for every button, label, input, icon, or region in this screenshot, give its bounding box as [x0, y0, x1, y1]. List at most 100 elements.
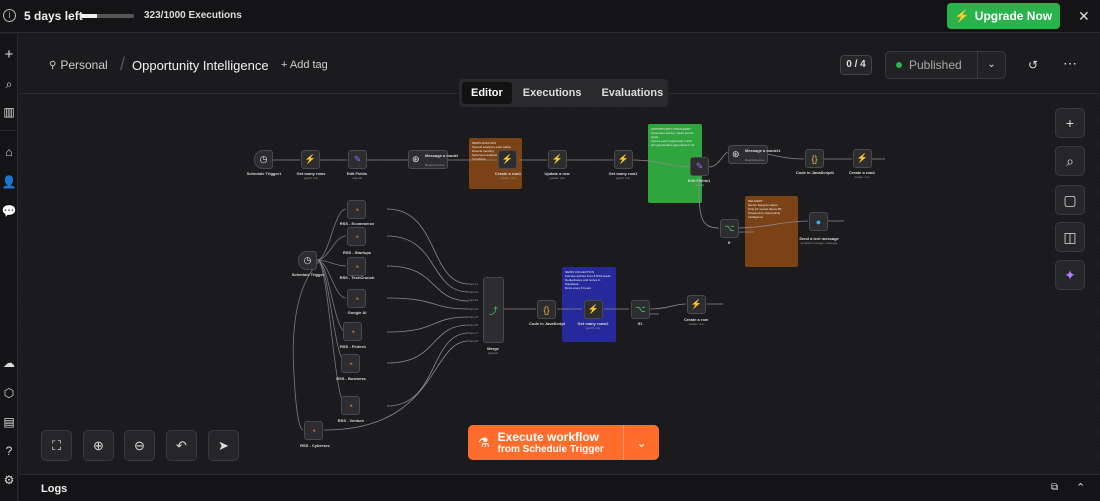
cursor-icon: ➤ — [218, 437, 229, 453]
popout-icon[interactable]: ⧉ — [1051, 482, 1058, 493]
tidy-up-button[interactable]: ➤ — [208, 430, 239, 461]
if-node[interactable]: ⌥ — [720, 219, 739, 238]
clock-icon: ◷ — [303, 255, 312, 265]
code-icon: {} — [543, 304, 550, 315]
send-text-message-node[interactable]: ● — [809, 212, 828, 231]
node-label: RSS - Ecommerce — [339, 221, 375, 226]
rss-techcrunch-node[interactable]: ◔ — [347, 257, 366, 276]
search-icon[interactable]: ⌕ — [1, 76, 17, 92]
sticky-note-button[interactable]: ▢ — [1055, 185, 1085, 215]
close-icon[interactable]: ✕ — [1078, 8, 1090, 25]
info-icon[interactable]: i — [3, 9, 16, 22]
breadcrumb-separator: / — [120, 54, 126, 74]
chevron-down-icon[interactable]: ⌄ — [623, 425, 659, 460]
node-label: Schedule Trigger — [291, 272, 325, 277]
node-label: RSS - Startups — [342, 250, 371, 255]
logs-panel-bar[interactable]: Logs ⧉ ⌃ — [19, 474, 1100, 501]
merge-input-label: Input 1 — [469, 282, 479, 286]
edit-fields1-node[interactable]: ✎ — [690, 157, 709, 176]
person-icon: ⚲ — [49, 59, 57, 71]
rss-startups-node[interactable]: ◔ — [347, 227, 366, 246]
search-nodes-button[interactable]: ⌕ — [1055, 146, 1085, 176]
node-sub: update: row — [549, 176, 565, 180]
breadcrumb-project[interactable]: ⚲ Personal — [49, 58, 108, 72]
update-row-node[interactable]: ⚡ — [548, 150, 567, 169]
node-sub: create: row — [500, 176, 516, 180]
rss-google-ai-node[interactable]: ◔ — [347, 289, 366, 308]
user-icon[interactable]: 👤 — [1, 174, 17, 190]
workflow-title[interactable]: Opportunity Intelligence — [132, 58, 269, 73]
upgrade-label: Upgrade Now — [974, 9, 1053, 23]
home-icon[interactable]: ⌂ — [1, 144, 17, 160]
rss-fintech-node[interactable]: ◔ — [343, 322, 362, 341]
search-icon: ⌕ — [1066, 152, 1074, 169]
get-many-rows2-node[interactable]: ⚡ — [584, 300, 603, 319]
node-label: If — [727, 240, 731, 245]
add-tag-button[interactable]: + Add tag — [281, 59, 328, 71]
lightning-icon: ⚡ — [587, 304, 600, 314]
chevron-down-icon[interactable]: ⌄ — [977, 52, 1005, 78]
undo-button[interactable]: ↶ — [166, 430, 197, 461]
add-node-button[interactable]: + — [1055, 108, 1085, 138]
chart-icon[interactable]: ▤ — [1, 414, 17, 430]
create-row1-node[interactable]: ⚡ — [853, 149, 872, 168]
tab-evaluations[interactable]: Evaluations — [592, 82, 672, 104]
published-dropdown[interactable]: Published ⌄ — [885, 51, 1006, 79]
plus-icon[interactable]: + — [1, 47, 17, 63]
counter-badge: 0 / 4 — [840, 55, 872, 75]
cloud-icon[interactable]: ☁ — [1, 355, 17, 371]
rss-ecommerce-node[interactable]: ◔ — [347, 200, 366, 219]
zoom-out-button[interactable]: ⊖ — [124, 430, 155, 461]
flask-icon: ⚗ — [478, 434, 490, 450]
node-label: Message a model — [425, 153, 459, 158]
rss-cybersec-node[interactable]: ◔ — [304, 421, 323, 440]
branch-icon: ⌥ — [724, 223, 735, 233]
tab-executions[interactable]: Executions — [514, 82, 591, 104]
code-javascript-node[interactable]: {} — [537, 300, 556, 319]
chat-icon[interactable]: 💬 — [1, 203, 17, 219]
sticky-delivery[interactable]: DELIVERY Sends Telegram alerts Only for … — [745, 196, 798, 267]
lightning-icon: ⚡ — [304, 154, 317, 164]
lightning-icon: ⚡ — [551, 154, 564, 164]
node-sub: getAll: row — [303, 176, 318, 180]
status-dot — [896, 62, 902, 68]
merge-input-label: Input 4 — [469, 306, 479, 311]
execute-workflow-button[interactable]: ⚗ Execute workflow from Schedule Trigger… — [468, 425, 659, 460]
upgrade-button[interactable]: ⚡ Upgrade Now — [947, 3, 1060, 29]
more-icon[interactable]: ⋯ — [1063, 55, 1077, 72]
create-row-node[interactable]: ⚡ — [498, 150, 517, 169]
published-status[interactable]: Published — [886, 58, 977, 72]
tab-editor[interactable]: Editor — [462, 82, 512, 104]
get-many-rows-node[interactable]: ⚡ — [301, 150, 320, 169]
workflow-canvas[interactable]: NEWS ANALYSIS OpenAI analyzes each artic… — [19, 95, 1100, 473]
fit-view-button[interactable]: ⛶ — [41, 430, 72, 461]
rss-icon: ◔ — [353, 204, 360, 215]
ai-assistant-button[interactable]: ✦ — [1055, 260, 1085, 290]
schedule-trigger-node[interactable]: ◷ — [298, 251, 317, 270]
node-label: Code in JavaScript1 — [795, 170, 835, 175]
history-icon[interactable]: ↺ — [1028, 58, 1038, 72]
help-icon[interactable]: ? — [1, 443, 17, 459]
lightning-icon: ⚡ — [954, 9, 970, 23]
get-many-row1-node[interactable]: ⚡ — [614, 150, 633, 169]
rss-icon: ◔ — [353, 231, 360, 242]
node-sub: Response Fee — [425, 163, 445, 167]
package-icon[interactable]: ⬡ — [1, 385, 17, 401]
toggle-panel-button[interactable]: ◫ — [1055, 222, 1085, 252]
zoom-in-button[interactable]: ⊕ — [83, 430, 114, 461]
node-sub: append — [487, 351, 498, 355]
rss-venture-node[interactable]: ◔ — [341, 396, 360, 415]
chevron-up-icon[interactable]: ⌃ — [1076, 481, 1085, 494]
code-javascript1-node[interactable]: {} — [805, 149, 824, 168]
schedule-trigger-1-node[interactable]: ◷ — [254, 150, 273, 169]
if1-node[interactable]: ⌥ — [631, 300, 650, 319]
settings-icon[interactable]: ⚙ — [1, 472, 17, 488]
node-sub: manual — [352, 176, 362, 180]
node-label: RSS - Venture — [337, 418, 365, 423]
merge-node[interactable]: ⤴ — [483, 277, 504, 343]
panel-icon[interactable]: ▥ — [1, 104, 17, 120]
rss-business-node[interactable]: ◔ — [341, 354, 360, 373]
edit-fields-node[interactable]: ✎ — [348, 150, 367, 169]
execute-workflow-main[interactable]: ⚗ Execute workflow from Schedule Trigger — [468, 425, 623, 460]
create-row-final-node[interactable]: ⚡ — [687, 295, 706, 314]
